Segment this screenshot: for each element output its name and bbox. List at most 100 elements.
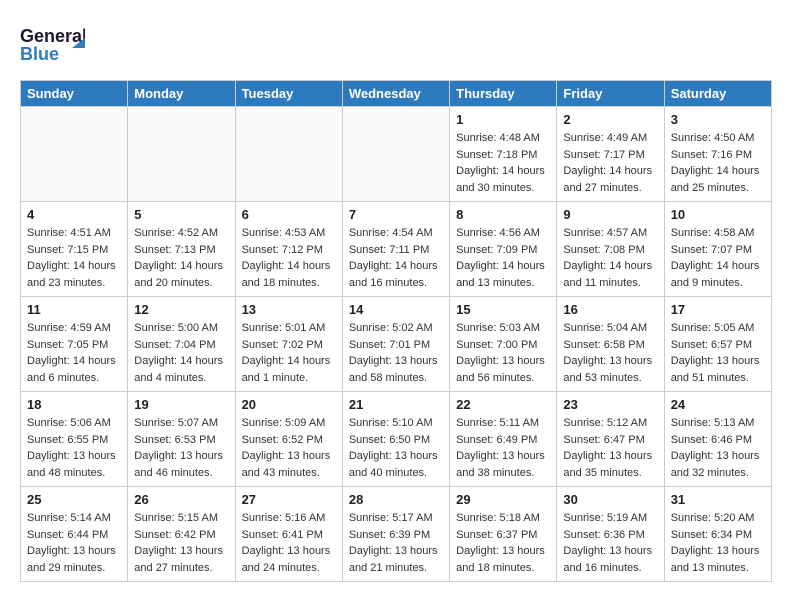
cell-info-text: Sunrise: 5:02 AMSunset: 7:01 PMDaylight:… bbox=[349, 320, 443, 386]
cell-info-text: Sunrise: 4:48 AMSunset: 7:18 PMDaylight:… bbox=[456, 130, 550, 196]
cell-date-number: 27 bbox=[242, 492, 336, 507]
weekday-header: Tuesday bbox=[235, 81, 342, 107]
cell-date-number: 26 bbox=[134, 492, 228, 507]
weekday-header: Thursday bbox=[450, 81, 557, 107]
calendar-week-row: 11Sunrise: 4:59 AMSunset: 7:05 PMDayligh… bbox=[21, 297, 772, 392]
cell-date-number: 8 bbox=[456, 207, 550, 222]
calendar-cell: 27 Sunrise: 5:16 AMSunset: 6:41 PMDayligh… bbox=[235, 487, 342, 582]
calendar-cell: 21 Sunrise: 5:10 AMSunset: 6:50 PMDayligh… bbox=[342, 392, 449, 487]
calendar-cell: 30 Sunrise: 5:19 AMSunset: 6:36 PMDayligh… bbox=[557, 487, 664, 582]
cell-info-text: Sunrise: 5:16 AMSunset: 6:41 PMDaylight:… bbox=[242, 510, 336, 576]
calendar-cell bbox=[21, 107, 128, 202]
cell-date-number: 22 bbox=[456, 397, 550, 412]
weekday-header: Monday bbox=[128, 81, 235, 107]
cell-info-text: Sunrise: 4:49 AMSunset: 7:17 PMDaylight:… bbox=[563, 130, 657, 196]
cell-date-number: 5 bbox=[134, 207, 228, 222]
cell-date-number: 16 bbox=[563, 302, 657, 317]
calendar-cell: 23 Sunrise: 5:12 AMSunset: 6:47 PMDayligh… bbox=[557, 392, 664, 487]
calendar-cell: 2 Sunrise: 4:49 AMSunset: 7:17 PMDaylight… bbox=[557, 107, 664, 202]
cell-date-number: 21 bbox=[349, 397, 443, 412]
cell-date-number: 24 bbox=[671, 397, 765, 412]
cell-info-text: Sunrise: 5:15 AMSunset: 6:42 PMDaylight:… bbox=[134, 510, 228, 576]
cell-info-text: Sunrise: 5:12 AMSunset: 6:47 PMDaylight:… bbox=[563, 415, 657, 481]
calendar-cell: 11Sunrise: 4:59 AMSunset: 7:05 PMDayligh… bbox=[21, 297, 128, 392]
calendar-cell: 19 Sunrise: 5:07 AMSunset: 6:53 PMDayligh… bbox=[128, 392, 235, 487]
calendar-cell: 20 Sunrise: 5:09 AMSunset: 6:52 PMDayligh… bbox=[235, 392, 342, 487]
cell-info-text: Sunrise: 5:07 AMSunset: 6:53 PMDaylight:… bbox=[134, 415, 228, 481]
cell-date-number: 23 bbox=[563, 397, 657, 412]
cell-date-number: 20 bbox=[242, 397, 336, 412]
calendar-cell: 12Sunrise: 5:00 AMSunset: 7:04 PMDayligh… bbox=[128, 297, 235, 392]
cell-info-text: Sunrise: 4:50 AMSunset: 7:16 PMDaylight:… bbox=[671, 130, 765, 196]
calendar-cell: 25 Sunrise: 5:14 AMSunset: 6:44 PMDayligh… bbox=[21, 487, 128, 582]
calendar-table: SundayMondayTuesdayWednesdayThursdayFrid… bbox=[20, 80, 772, 582]
svg-text:General: General bbox=[20, 26, 85, 46]
calendar-cell: 8Sunrise: 4:56 AMSunset: 7:09 PMDaylight… bbox=[450, 202, 557, 297]
cell-date-number: 2 bbox=[563, 112, 657, 127]
calendar-cell bbox=[342, 107, 449, 202]
cell-info-text: Sunrise: 5:20 AMSunset: 6:34 PMDaylight:… bbox=[671, 510, 765, 576]
cell-info-text: Sunrise: 5:13 AMSunset: 6:46 PMDaylight:… bbox=[671, 415, 765, 481]
calendar-week-row: 1 Sunrise: 4:48 AMSunset: 7:18 PMDaylight… bbox=[21, 107, 772, 202]
cell-info-text: Sunrise: 5:14 AMSunset: 6:44 PMDaylight:… bbox=[27, 510, 121, 576]
calendar-header-row: SundayMondayTuesdayWednesdayThursdayFrid… bbox=[21, 81, 772, 107]
cell-date-number: 3 bbox=[671, 112, 765, 127]
calendar-cell: 4 Sunrise: 4:51 AMSunset: 7:15 PMDaylight… bbox=[21, 202, 128, 297]
cell-date-number: 17 bbox=[671, 302, 765, 317]
cell-info-text: Sunrise: 5:19 AMSunset: 6:36 PMDaylight:… bbox=[563, 510, 657, 576]
cell-date-number: 10 bbox=[671, 207, 765, 222]
cell-info-text: Sunrise: 5:04 AMSunset: 6:58 PMDaylight:… bbox=[563, 320, 657, 386]
cell-date-number: 25 bbox=[27, 492, 121, 507]
cell-info-text: Sunrise: 5:10 AMSunset: 6:50 PMDaylight:… bbox=[349, 415, 443, 481]
svg-text:Blue: Blue bbox=[20, 44, 59, 64]
calendar-cell: 15Sunrise: 5:03 AMSunset: 7:00 PMDayligh… bbox=[450, 297, 557, 392]
cell-date-number: 7 bbox=[349, 207, 443, 222]
calendar-cell: 10 Sunrise: 4:58 AMSunset: 7:07 PMDayligh… bbox=[664, 202, 771, 297]
cell-info-text: Sunrise: 5:01 AMSunset: 7:02 PMDaylight:… bbox=[242, 320, 336, 386]
cell-date-number: 1 bbox=[456, 112, 550, 127]
calendar-cell: 14 Sunrise: 5:02 AMSunset: 7:01 PMDayligh… bbox=[342, 297, 449, 392]
cell-info-text: Sunrise: 5:03 AMSunset: 7:00 PMDaylight:… bbox=[456, 320, 550, 386]
calendar-week-row: 4 Sunrise: 4:51 AMSunset: 7:15 PMDaylight… bbox=[21, 202, 772, 297]
calendar-cell: 3 Sunrise: 4:50 AMSunset: 7:16 PMDaylight… bbox=[664, 107, 771, 202]
cell-info-text: Sunrise: 5:17 AMSunset: 6:39 PMDaylight:… bbox=[349, 510, 443, 576]
calendar-week-row: 18 Sunrise: 5:06 AMSunset: 6:55 PMDayligh… bbox=[21, 392, 772, 487]
calendar-cell: 17 Sunrise: 5:05 AMSunset: 6:57 PMDayligh… bbox=[664, 297, 771, 392]
cell-info-text: Sunrise: 4:58 AMSunset: 7:07 PMDaylight:… bbox=[671, 225, 765, 291]
cell-date-number: 12 bbox=[134, 302, 228, 317]
calendar-cell: 7 Sunrise: 4:54 AMSunset: 7:11 PMDaylight… bbox=[342, 202, 449, 297]
cell-date-number: 4 bbox=[27, 207, 121, 222]
cell-date-number: 18 bbox=[27, 397, 121, 412]
cell-info-text: Sunrise: 4:57 AMSunset: 7:08 PMDaylight:… bbox=[563, 225, 657, 291]
calendar-body: 1 Sunrise: 4:48 AMSunset: 7:18 PMDaylight… bbox=[21, 107, 772, 582]
cell-date-number: 13 bbox=[242, 302, 336, 317]
cell-date-number: 6 bbox=[242, 207, 336, 222]
cell-info-text: Sunrise: 5:11 AMSunset: 6:49 PMDaylight:… bbox=[456, 415, 550, 481]
calendar-cell bbox=[128, 107, 235, 202]
logo-icon: General Blue bbox=[20, 20, 85, 70]
cell-info-text: Sunrise: 4:52 AMSunset: 7:13 PMDaylight:… bbox=[134, 225, 228, 291]
calendar-cell: 16 Sunrise: 5:04 AMSunset: 6:58 PMDayligh… bbox=[557, 297, 664, 392]
cell-info-text: Sunrise: 4:51 AMSunset: 7:15 PMDaylight:… bbox=[27, 225, 121, 291]
cell-date-number: 9 bbox=[563, 207, 657, 222]
cell-date-number: 14 bbox=[349, 302, 443, 317]
cell-info-text: Sunrise: 4:54 AMSunset: 7:11 PMDaylight:… bbox=[349, 225, 443, 291]
calendar-cell: 1 Sunrise: 4:48 AMSunset: 7:18 PMDaylight… bbox=[450, 107, 557, 202]
cell-info-text: Sunrise: 5:06 AMSunset: 6:55 PMDaylight:… bbox=[27, 415, 121, 481]
cell-date-number: 29 bbox=[456, 492, 550, 507]
calendar-cell: 18 Sunrise: 5:06 AMSunset: 6:55 PMDayligh… bbox=[21, 392, 128, 487]
calendar-cell: 6 Sunrise: 4:53 AMSunset: 7:12 PMDaylight… bbox=[235, 202, 342, 297]
calendar-cell: 26 Sunrise: 5:15 AMSunset: 6:42 PMDayligh… bbox=[128, 487, 235, 582]
calendar-cell: 22 Sunrise: 5:11 AMSunset: 6:49 PMDayligh… bbox=[450, 392, 557, 487]
cell-info-text: Sunrise: 5:09 AMSunset: 6:52 PMDaylight:… bbox=[242, 415, 336, 481]
calendar-cell: 28Sunrise: 5:17 AMSunset: 6:39 PMDayligh… bbox=[342, 487, 449, 582]
calendar-cell: 29Sunrise: 5:18 AMSunset: 6:37 PMDayligh… bbox=[450, 487, 557, 582]
weekday-header: Wednesday bbox=[342, 81, 449, 107]
cell-info-text: Sunrise: 5:05 AMSunset: 6:57 PMDaylight:… bbox=[671, 320, 765, 386]
cell-info-text: Sunrise: 4:53 AMSunset: 7:12 PMDaylight:… bbox=[242, 225, 336, 291]
calendar-cell bbox=[235, 107, 342, 202]
cell-date-number: 19 bbox=[134, 397, 228, 412]
logo: General Blue bbox=[20, 20, 85, 70]
cell-date-number: 30 bbox=[563, 492, 657, 507]
calendar-week-row: 25 Sunrise: 5:14 AMSunset: 6:44 PMDayligh… bbox=[21, 487, 772, 582]
